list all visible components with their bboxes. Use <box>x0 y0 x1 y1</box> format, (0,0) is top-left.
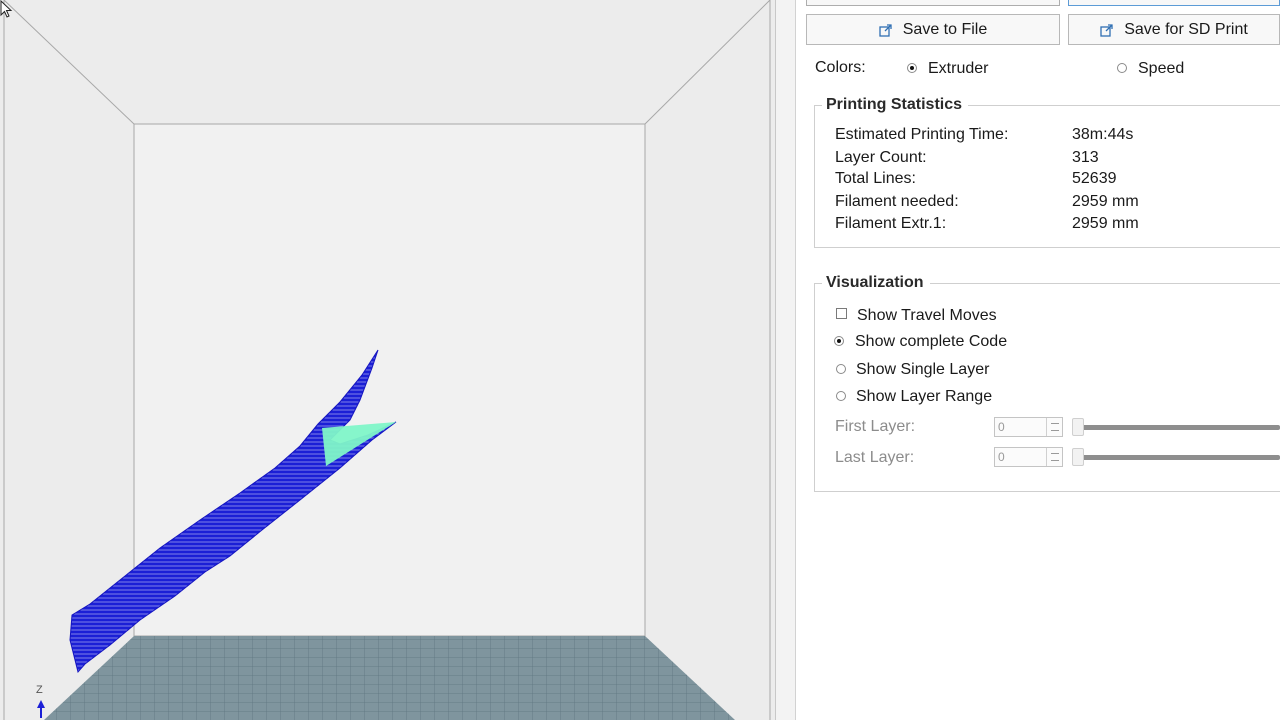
top-button-partial-2[interactable] <box>1068 0 1280 6</box>
first-layer-spinbox[interactable]: 0 <box>994 417 1063 437</box>
mouse-cursor-icon <box>0 0 13 18</box>
colors-label: Colors: <box>815 59 866 76</box>
last-layer-label: Last Layer: <box>835 449 915 466</box>
show-single-layer-label[interactable]: Show Single Layer <box>856 361 989 379</box>
gcode-3d-viewport[interactable]: Z <box>0 0 776 720</box>
stat-label: Filament Extr.1: <box>835 215 947 232</box>
last-layer-slider[interactable] <box>1080 455 1280 460</box>
stat-value: 52639 <box>1072 170 1117 187</box>
stat-label: Estimated Printing Time: <box>835 126 1009 143</box>
save-for-sd-print-button[interactable]: Save for SD Print <box>1068 14 1280 45</box>
scene <box>3 0 771 720</box>
last-layer-slider-thumb[interactable] <box>1072 448 1084 466</box>
frame-edge-tr <box>644 0 771 125</box>
gcode-preview-panel: Save to File Save for SD Print Colors: E… <box>797 0 1280 720</box>
printing-statistics-title: Printing Statistics <box>822 96 969 114</box>
show-layer-range-radio[interactable] <box>836 391 846 401</box>
show-complete-code-label[interactable]: Show complete Code <box>855 333 1007 351</box>
visualization-title: Visualization <box>822 274 930 292</box>
last-layer-value: 0 <box>998 450 1005 464</box>
last-layer-spinbox[interactable]: 0 <box>994 447 1063 467</box>
extruder-label[interactable]: Extruder <box>928 60 988 78</box>
save-to-file-button[interactable]: Save to File <box>806 14 1060 45</box>
show-single-layer-radio[interactable] <box>836 364 846 374</box>
spin-arrows-icon[interactable] <box>1046 418 1062 436</box>
speed-label[interactable]: Speed <box>1138 60 1184 78</box>
stat-value: 2959 mm <box>1072 193 1139 210</box>
spin-arrows-icon[interactable] <box>1046 448 1062 466</box>
stat-label: Total Lines: <box>835 170 916 187</box>
save-to-file-label: Save to File <box>902 20 988 38</box>
first-layer-slider[interactable] <box>1080 425 1280 430</box>
first-layer-slider-thumb[interactable] <box>1072 418 1084 436</box>
export-icon <box>879 23 892 37</box>
show-travel-moves-label[interactable]: Show Travel Moves <box>857 307 997 325</box>
first-layer-label: First Layer: <box>835 418 916 435</box>
stat-label: Layer Count: <box>835 149 927 166</box>
first-layer-value: 0 <box>998 420 1005 434</box>
panel-splitter[interactable] <box>776 0 796 720</box>
show-layer-range-label[interactable]: Show Layer Range <box>856 388 992 406</box>
z-axis-label: Z <box>36 684 43 696</box>
show-travel-moves-checkbox[interactable] <box>836 308 847 319</box>
stat-value: 38m:44s <box>1072 126 1134 143</box>
show-complete-code-radio[interactable] <box>834 336 844 346</box>
speed-radio[interactable] <box>1117 63 1127 73</box>
extruder-radio[interactable] <box>907 63 917 73</box>
frame-edge-tl <box>3 0 135 125</box>
stat-value: 2959 mm <box>1072 215 1139 232</box>
save-for-sd-print-label: Save for SD Print <box>1124 20 1248 38</box>
top-button-partial-1[interactable] <box>806 0 1060 6</box>
export-icon <box>1100 23 1113 37</box>
stat-label: Filament needed: <box>835 193 959 210</box>
stat-value: 313 <box>1072 149 1099 166</box>
print-bed-grid <box>44 636 735 720</box>
